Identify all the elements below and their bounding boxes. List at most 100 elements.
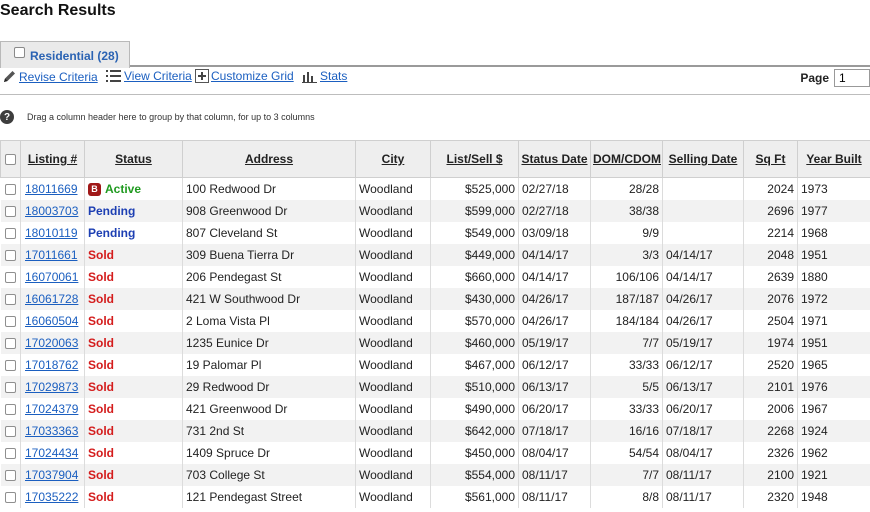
row-checkbox[interactable] [4,293,16,305]
table-row[interactable]: 18011669 B Active 100 Redwood Dr Woodland $52… [0,177,870,200]
table-row[interactable]: 17037904 Sold 703 College St Woodland $554,0… [0,463,870,486]
list-icon [106,70,121,82]
listing-link[interactable]: 17018762 [24,358,78,372]
row-checkbox[interactable] [4,337,16,349]
col-header-listing[interactable]: Listing # [20,140,85,178]
listing-cell: 17033363 [20,419,85,442]
status-date-cell: 04/26/17 [518,309,591,332]
city-cell: Woodland [355,221,431,244]
year-cell: 1951 [797,331,870,354]
table-row[interactable]: 16060504 Sold 2 Loma Vista Pl Woodland $570,… [0,309,870,332]
row-checkbox[interactable] [4,271,16,283]
listing-link[interactable]: 16060504 [24,314,78,328]
row-checkbox[interactable] [4,469,16,481]
table-row[interactable]: 18003703 Pending 908 Greenwood Dr Woodland $… [0,199,870,222]
year-cell: 1968 [797,221,870,244]
selling-date-cell: 06/13/17 [662,375,744,398]
row-select-cell [0,243,21,266]
status-date-cell: 02/27/18 [518,199,591,222]
col-header-status[interactable]: Status [84,140,183,178]
page-input[interactable] [834,69,870,87]
col-header-status-date[interactable]: Status Date [518,140,591,178]
col-header-dom[interactable]: DOM/CDOM [590,140,663,178]
listing-link[interactable]: 17020063 [24,336,78,350]
row-checkbox[interactable] [4,447,16,459]
listing-link[interactable]: 16070061 [24,270,78,284]
table-row[interactable]: 16061728 Sold 421 W Southwood Dr Woodland $4… [0,287,870,310]
table-row[interactable]: 17011661 Sold 309 Buena Tierra Dr Woodland $… [0,243,870,266]
col-header-city[interactable]: City [355,140,431,178]
listing-link[interactable]: 17024379 [24,402,78,416]
table-row[interactable]: 17024379 Sold 421 Greenwood Dr Woodland $490… [0,397,870,420]
listing-link[interactable]: 17029873 [24,380,78,394]
table-row[interactable]: 16070061 Sold 206 Pendegast St Woodland $660… [0,265,870,288]
select-all-header[interactable] [0,140,21,178]
status-text: Pending [88,203,136,218]
row-checkbox[interactable] [4,315,16,327]
selling-date-cell [662,177,744,200]
table-row[interactable]: 17029873 Sold 29 Redwood Dr Woodland $510,00… [0,375,870,398]
view-criteria-link[interactable]: View Criteria [106,69,192,83]
col-header-selling-date[interactable]: Selling Date [662,140,744,178]
status-text: Sold [88,269,114,284]
listing-cell: 17024379 [20,397,85,420]
table-row[interactable]: 17018762 Sold 19 Palomar Pl Woodland $467,00… [0,353,870,376]
year-cell: 1972 [797,287,870,310]
listing-link[interactable]: 17033363 [24,424,78,438]
listing-link[interactable]: 17024434 [24,446,78,460]
selling-date-cell: 04/14/17 [662,243,744,266]
stats-link[interactable]: Stats [302,69,347,83]
listing-link[interactable]: 18010119 [24,226,78,240]
listing-link[interactable]: 17037904 [24,468,78,482]
listing-link[interactable]: 18003703 [24,204,78,218]
col-header-price[interactable]: List/Sell $ [430,140,519,178]
status-text: Sold [88,401,114,416]
selling-date-cell: 04/14/17 [662,265,744,288]
status-cell: B Active [84,177,183,200]
table-row[interactable]: 17035222 Sold 121 Pendegast Street Woodland… [0,485,870,508]
table-row[interactable]: 17033363 Sold 731 2nd St Woodland $642,000 07… [0,419,870,442]
selling-date-cell [662,221,744,244]
year-cell: 1924 [797,419,870,442]
row-checkbox[interactable] [4,359,16,371]
city-cell: Woodland [355,485,431,508]
row-checkbox[interactable] [4,184,16,196]
tab-residential-label: Residential (28) [30,49,119,63]
tab-residential[interactable]: Residential (28) [0,41,130,68]
status-cell: Sold [84,485,183,508]
listing-link[interactable]: 17011661 [24,248,78,262]
row-checkbox[interactable] [4,205,16,217]
tab-checkbox[interactable] [14,47,25,58]
listing-link[interactable]: 16061728 [24,292,78,306]
select-all-checkbox[interactable] [5,154,16,166]
dom-cell: 106/106 [590,265,663,288]
row-checkbox[interactable] [4,249,16,261]
address-cell: 1235 Eunice Dr [182,331,356,354]
sqft-cell: 2100 [743,463,798,486]
row-checkbox[interactable] [4,381,16,393]
row-checkbox[interactable] [4,403,16,415]
selling-date-cell: 08/11/17 [662,463,744,486]
customize-grid-link[interactable]: Customize Grid [195,69,294,83]
price-cell: $561,000 [430,485,519,508]
address-cell: 703 College St [182,463,356,486]
price-cell: $554,000 [430,463,519,486]
col-header-sqft[interactable]: Sq Ft [743,140,798,178]
tab-bar: Residential (28) [0,41,870,68]
status-cell: Sold [84,243,183,266]
table-row[interactable]: 18010119 Pending 807 Cleveland St Woodland $… [0,221,870,244]
row-checkbox[interactable] [4,491,16,503]
row-checkbox[interactable] [4,425,16,437]
listing-link[interactable]: 17035222 [24,490,78,504]
row-checkbox[interactable] [4,227,16,239]
year-cell: 1977 [797,199,870,222]
listing-cell: 16061728 [20,287,85,310]
address-cell: 206 Pendegast St [182,265,356,288]
listing-link[interactable]: 18011669 [24,182,78,196]
status-cell: Sold [84,287,183,310]
col-header-address[interactable]: Address [182,140,356,178]
table-row[interactable]: 17024434 Sold 1409 Spruce Dr Woodland $450,0… [0,441,870,464]
col-header-year[interactable]: Year Built [797,140,870,178]
table-row[interactable]: 17020063 Sold 1235 Eunice Dr Woodland $460,0… [0,331,870,354]
revise-criteria-link[interactable]: Revise Criteria [2,69,98,84]
